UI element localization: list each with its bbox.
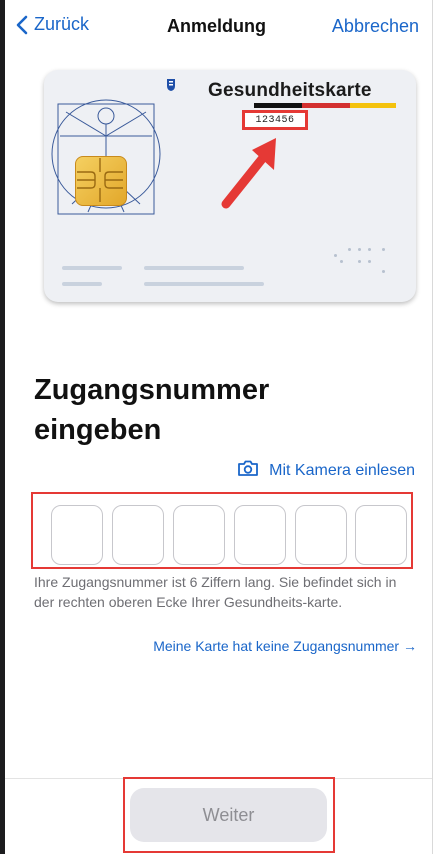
digit-field-3[interactable] [173,505,225,565]
digit-field-1[interactable] [51,505,103,565]
card-dots [334,248,394,278]
help-text: Ihre Zugangsnummer ist 6 Ziffern lang. S… [34,574,397,610]
no-access-number-link[interactable]: Meine Karte hat keine Zugangsnummer → [153,638,417,654]
navigation-bar: Zurück Anmeldung Abbrechen [0,0,433,60]
card-logo-icon [167,79,175,91]
back-button[interactable]: Zurück [16,14,89,35]
card-title: Gesundheitskarte [208,80,372,101]
heading-line-1: Zugangsnummer [34,374,270,406]
health-card-illustration: Gesundheitskarte 123456 [44,70,416,302]
digit-field-4[interactable] [234,505,286,565]
device-frame-edge [0,0,5,854]
continue-button[interactable]: Weiter [130,788,327,842]
chevron-left-icon [16,15,28,35]
digit-field-6[interactable] [355,505,407,565]
cancel-button[interactable]: Abbrechen [332,16,419,37]
scan-with-camera-button[interactable]: Mit Kamera einlesen [237,459,415,482]
camera-icon [237,459,259,482]
card-stripe [254,103,396,108]
back-label: Zurück [34,14,90,34]
digit-field-2[interactable] [112,505,164,565]
pointer-arrow-icon [221,138,276,209]
card-access-number: 123456 [255,114,295,126]
heading-line-2: eingeben [34,414,162,446]
digit-field-5[interactable] [295,505,347,565]
access-number-highlight: 123456 [242,110,308,130]
chip-contacts-icon [77,158,123,202]
camera-label: Mit Kamera einlesen [269,461,415,479]
page-heading: Zugangsnummer eingeben [34,370,394,450]
